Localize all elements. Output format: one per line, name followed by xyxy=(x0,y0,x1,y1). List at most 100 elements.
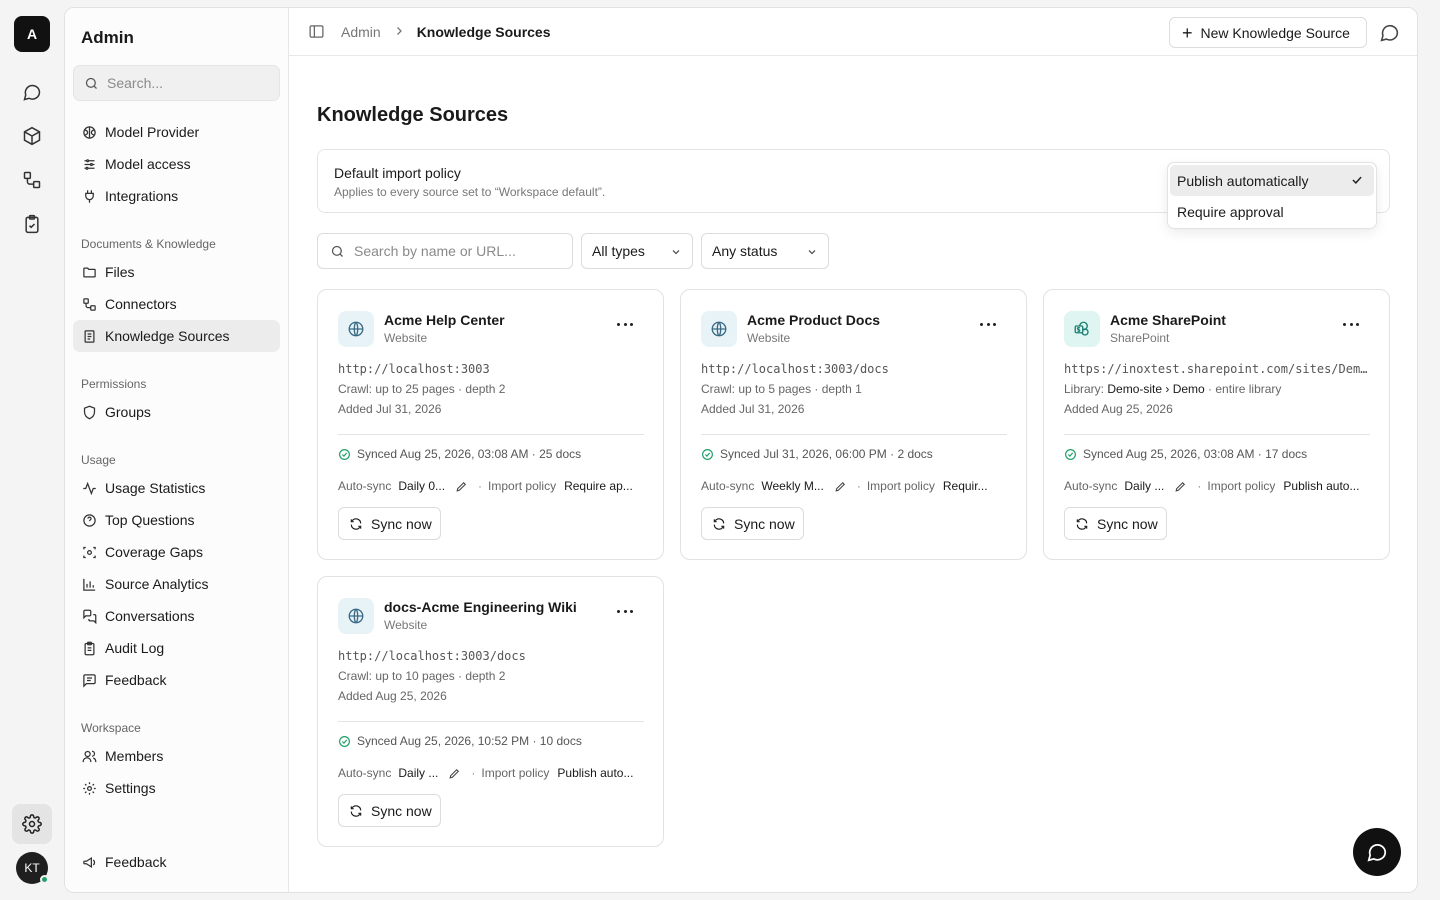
status-filter-select[interactable]: Any status xyxy=(701,233,829,269)
source-search-input[interactable]: Search by name or URL... xyxy=(317,233,573,269)
check-circle-icon xyxy=(1065,448,1076,460)
sidebar-item-label: Conversations xyxy=(105,608,195,624)
sidebar-footer-feedback-label: Feedback xyxy=(105,854,167,870)
import-policy-label: Import policy xyxy=(866,479,935,493)
user-avatar[interactable]: KT xyxy=(16,852,49,884)
refresh-icon xyxy=(350,517,362,530)
breadcrumb: Admin Knowledge Sources xyxy=(341,24,551,40)
connectors-icon xyxy=(81,296,97,312)
sidebar-item-groups[interactable]: Groups xyxy=(73,396,280,428)
card-divider xyxy=(338,721,644,722)
auto-sync-label: Auto-sync xyxy=(338,766,392,780)
source-name: Acme Product Docs xyxy=(747,312,881,328)
sidebar-item-coverage-gaps[interactable]: Coverage Gaps xyxy=(73,536,280,568)
sidebar-search-input[interactable]: Search... xyxy=(73,65,280,101)
auto-sync-value[interactable]: Daily ... xyxy=(1124,479,1164,493)
import-policy-value[interactable]: Requir... xyxy=(943,479,988,493)
sidebar-section-permissions: Permissions xyxy=(81,377,147,391)
sliders-icon xyxy=(81,156,97,172)
cube-icon[interactable] xyxy=(18,122,46,150)
sync-now-button[interactable]: Sync now xyxy=(1064,507,1167,540)
knowledge-source-card[interactable]: Acme Product Docs Website http://localho… xyxy=(680,289,1027,560)
chat-assistant-button[interactable] xyxy=(1353,828,1401,876)
chat-icon[interactable] xyxy=(18,78,46,106)
sidebar-item-label: Knowledge Sources xyxy=(105,328,230,344)
library-path: Demo-site › Demo xyxy=(1107,382,1205,396)
sidebar-item-label: Files xyxy=(105,264,135,280)
more-options-icon[interactable] xyxy=(617,607,633,615)
sidebar-item-model-provider[interactable]: Model Provider xyxy=(73,116,280,148)
sync-now-label: Sync now xyxy=(1097,515,1158,532)
new-knowledge-source-button[interactable]: + New Knowledge Source xyxy=(1169,17,1367,48)
source-detail: Crawl: up to 5 pages · depth 1 xyxy=(701,382,862,396)
settings-gear-icon[interactable] xyxy=(12,804,52,844)
sidebar-item-label: Groups xyxy=(105,404,151,420)
search-icon xyxy=(85,77,97,89)
sidebar-item-conversations[interactable]: Conversations xyxy=(73,600,280,632)
sharepoint-icon xyxy=(1064,311,1100,347)
auto-sync-value[interactable]: Weekly M... xyxy=(761,479,823,493)
sidebar-item-integrations[interactable]: Integrations xyxy=(73,180,280,212)
sidebar-section-documents: Documents & Knowledge xyxy=(81,237,216,251)
sync-now-button[interactable]: Sync now xyxy=(701,507,804,540)
auto-sync-value[interactable]: Daily 0... xyxy=(398,479,445,493)
source-added: Added Aug 25, 2026 xyxy=(338,689,447,703)
import-policy-value[interactable]: Publish auto... xyxy=(557,766,633,780)
sync-now-button[interactable]: Sync now xyxy=(338,794,441,827)
source-added: Added Jul 31, 2026 xyxy=(338,402,442,416)
edit-pencil-icon[interactable] xyxy=(834,480,847,493)
import-policy-value[interactable]: Require ap... xyxy=(564,479,633,493)
globe-icon xyxy=(338,311,374,347)
sidebar-item-label: Model access xyxy=(105,156,191,172)
sidebar-item-files[interactable]: Files xyxy=(73,256,280,288)
sidebar-footer-feedback[interactable]: Feedback xyxy=(73,846,280,878)
sync-status: Synced Aug 25, 2026, 10:52 PM · 10 docs xyxy=(338,734,582,748)
online-status-dot xyxy=(40,875,49,884)
option-require-approval[interactable]: Require approval xyxy=(1170,196,1374,227)
library-prefix: Library: xyxy=(1064,382,1108,396)
sidebar-item-knowledge-sources[interactable]: Knowledge Sources xyxy=(73,320,280,352)
separator-dot: · xyxy=(856,479,861,493)
assistant-chat-icon[interactable] xyxy=(1379,22,1400,46)
more-options-icon[interactable] xyxy=(1343,320,1359,328)
sidebar-item-settings[interactable]: Settings xyxy=(73,772,280,804)
source-added: Added Aug 25, 2026 xyxy=(1064,402,1173,416)
chevron-down-icon xyxy=(670,245,682,261)
sync-now-button[interactable]: Sync now xyxy=(338,507,441,540)
sync-status: Synced Jul 31, 2026, 06:00 PM · 2 docs xyxy=(701,447,933,461)
sidebar-item-label: Members xyxy=(105,748,164,764)
sidebar-item-top-questions[interactable]: Top Questions xyxy=(73,504,280,536)
sidebar-toggle-icon[interactable] xyxy=(308,23,325,43)
knowledge-source-card[interactable]: docs-Acme Engineering Wiki Website http:… xyxy=(317,576,664,847)
sidebar-item-model-access[interactable]: Model access xyxy=(73,148,280,180)
more-options-icon[interactable] xyxy=(617,320,633,328)
sidebar-item-usage-statistics[interactable]: Usage Statistics xyxy=(73,472,280,504)
edit-pencil-icon[interactable] xyxy=(448,767,461,780)
chevron-down-icon xyxy=(806,245,818,261)
edit-pencil-icon[interactable] xyxy=(455,480,468,493)
card-divider xyxy=(1064,434,1370,435)
knowledge-source-card[interactable]: Acme SharePoint SharePoint https://inoxt… xyxy=(1043,289,1390,560)
type-filter-select[interactable]: All types xyxy=(581,233,693,269)
sidebar-item-audit-log[interactable]: Audit Log xyxy=(73,632,280,664)
sidebar-item-label: Usage Statistics xyxy=(105,480,206,496)
sidebar-item-members[interactable]: Members xyxy=(73,740,280,772)
source-url: http://localhost:3003 xyxy=(338,362,490,376)
knowledge-source-card[interactable]: Acme Help Center Website http://localhos… xyxy=(317,289,664,560)
clipboard-check-icon[interactable] xyxy=(18,210,46,238)
import-policy-value[interactable]: Publish auto... xyxy=(1283,479,1359,493)
breadcrumb-admin-link[interactable]: Admin xyxy=(341,24,381,40)
option-publish-automatically[interactable]: Publish automatically xyxy=(1170,165,1374,196)
sidebar-item-feedback[interactable]: Feedback xyxy=(73,664,280,696)
breadcrumb-current: Knowledge Sources xyxy=(416,24,551,40)
source-search-placeholder: Search by name or URL... xyxy=(354,243,516,259)
sidebar-item-source-analytics[interactable]: Source Analytics xyxy=(73,568,280,600)
globe-icon xyxy=(701,311,737,347)
auto-sync-value[interactable]: Daily ... xyxy=(398,766,438,780)
workspace-logo[interactable]: A xyxy=(14,16,50,52)
edit-pencil-icon[interactable] xyxy=(1174,480,1187,493)
source-type: Website xyxy=(384,618,428,632)
sidebar-item-connectors[interactable]: Connectors xyxy=(73,288,280,320)
workflow-icon[interactable] xyxy=(18,166,46,194)
more-options-icon[interactable] xyxy=(980,320,996,328)
